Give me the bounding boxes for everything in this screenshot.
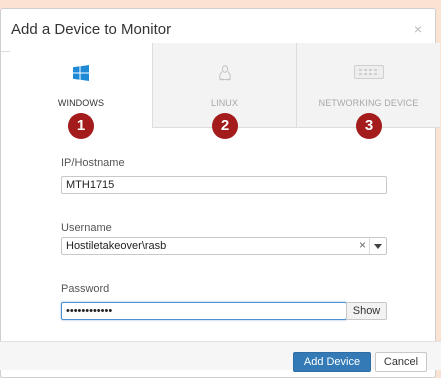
show-password-button[interactable]: Show <box>346 302 387 320</box>
network-device-icon <box>353 65 384 84</box>
tab-label-networking-device: NETWORKING DEVICE <box>318 98 419 108</box>
step-badge-1: 1 <box>68 113 94 139</box>
tab-label-linux: LINUX <box>210 98 238 108</box>
add-device-button[interactable]: Add Device <box>293 352 371 372</box>
host-label: IP/Hostname <box>61 157 125 169</box>
username-value: Hostiletakeover\rasb <box>66 240 167 252</box>
chevron-down-icon[interactable] <box>369 238 386 254</box>
windows-icon <box>73 65 89 86</box>
close-icon[interactable]: × <box>414 21 422 37</box>
username-label: Username <box>61 222 112 234</box>
clear-icon[interactable]: × <box>359 239 366 251</box>
step-badge-3: 3 <box>356 113 382 139</box>
step-badge-2: 2 <box>212 113 238 139</box>
host-value: MTH1715 <box>66 179 115 191</box>
cancel-button[interactable]: Cancel <box>375 352 427 372</box>
username-combobox[interactable]: Hostiletakeover\rasb × <box>61 237 387 255</box>
password-value: •••••••••••• <box>66 305 113 317</box>
password-input[interactable]: •••••••••••• <box>61 302 347 320</box>
host-input[interactable]: MTH1715 <box>61 176 387 194</box>
password-label: Password <box>61 283 110 295</box>
dialog-title: Add a Device to Monitor <box>11 21 172 38</box>
tab-label-windows: WINDOWS <box>57 98 105 108</box>
linux-icon <box>218 65 232 86</box>
